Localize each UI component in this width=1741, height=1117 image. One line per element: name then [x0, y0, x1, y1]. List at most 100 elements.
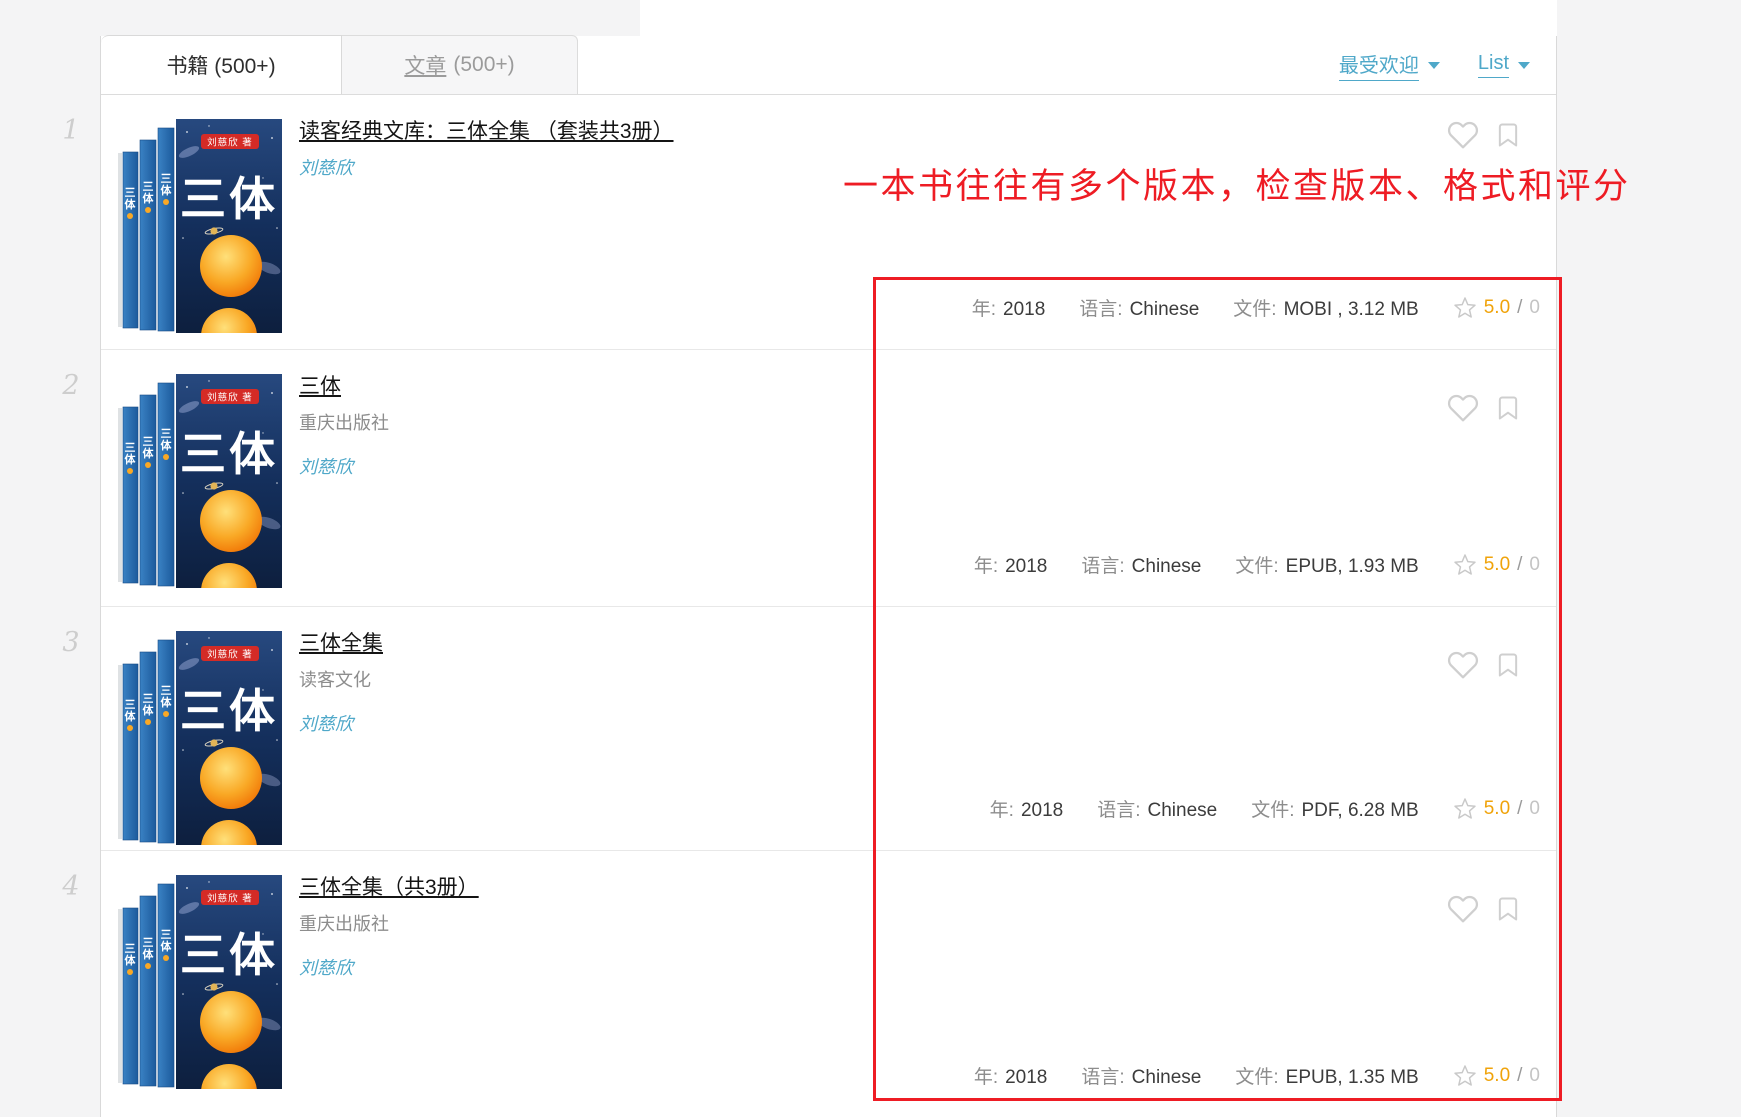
- favorite-button[interactable]: [1446, 392, 1480, 424]
- chevron-down-icon: [1427, 61, 1440, 69]
- tab-books-label: 书籍 (500+): [166, 55, 276, 78]
- rating-count: 0: [1529, 1064, 1540, 1086]
- book-cover-image: 三体 三体 三体 刘慈欣 著 三体: [118, 374, 282, 588]
- book-author-link[interactable]: 刘慈欣: [299, 954, 353, 980]
- star-icon: [1453, 1064, 1476, 1086]
- book-rating: 5.0 / 0: [1453, 553, 1540, 577]
- svg-text:三体: 三体: [180, 173, 278, 225]
- meta-language: 语言: Chinese: [1081, 1067, 1202, 1088]
- results-card: 书籍 (500+) 文章 (500+) 最受欢迎 List 1 三体 三体 三体…: [62, 35, 1557, 1117]
- svg-text:三体: 三体: [143, 936, 155, 961]
- book-cover[interactable]: 三体 三体 三体 刘慈欣 著 三体: [117, 630, 283, 846]
- book-publisher: 读客文化: [299, 670, 371, 690]
- tab-bar: 书籍 (500+) 文章 (500+) 最受欢迎 List: [101, 35, 1556, 95]
- heart-icon: [1447, 121, 1479, 149]
- favorite-button[interactable]: [1446, 119, 1480, 151]
- heart-icon: [1447, 651, 1479, 679]
- book-author-link[interactable]: 刘慈欣: [299, 154, 353, 180]
- svg-text:三体: 三体: [161, 427, 173, 452]
- bookmark-button[interactable]: [1494, 893, 1522, 925]
- meta-language: 语言: Chinese: [1081, 556, 1202, 577]
- rating-score: 5.0: [1483, 553, 1511, 575]
- bookmark-button[interactable]: [1494, 649, 1522, 681]
- book-info: 三体全集（共3册） 重庆出版社 刘慈欣: [299, 871, 479, 980]
- tab-articles-label: 文章: [404, 55, 447, 78]
- row-actions: [1446, 893, 1522, 925]
- tab-books[interactable]: 书籍 (500+): [101, 35, 342, 94]
- book-author-link[interactable]: 刘慈欣: [299, 710, 353, 736]
- result-index: 1: [62, 115, 80, 146]
- book-title-link[interactable]: 三体: [299, 370, 341, 400]
- rating-slash: /: [1517, 553, 1523, 575]
- rating-slash: /: [1517, 797, 1523, 819]
- book-cover-image: 三体 三体 三体 刘慈欣 著 三体: [118, 119, 282, 333]
- svg-text:三体: 三体: [143, 435, 155, 460]
- book-cover[interactable]: 三体 三体 三体 刘慈欣 著 三体: [117, 118, 283, 334]
- svg-text:三体: 三体: [125, 698, 137, 723]
- book-rating: 5.0 / 0: [1453, 1064, 1540, 1088]
- rating-count: 0: [1529, 797, 1540, 819]
- star-icon: [1453, 296, 1476, 318]
- svg-text:三体: 三体: [143, 692, 155, 717]
- meta-file: 文件: MOBI , 3.12 MB: [1233, 299, 1419, 320]
- svg-text:三体: 三体: [161, 684, 173, 709]
- svg-text:三体: 三体: [161, 172, 173, 197]
- svg-text:三体: 三体: [143, 180, 155, 205]
- book-publisher: 重庆出版社: [299, 413, 389, 433]
- result-index: 2: [62, 370, 80, 401]
- book-meta: 年: 2018 语言: Chinese 文件: MOBI , 3.12 MB 5.0 …: [972, 294, 1540, 321]
- book-meta: 年: 2018 语言: Chinese 文件: PDF, 6.28 MB 5.0 / …: [990, 795, 1540, 822]
- view-mode-dropdown[interactable]: List: [1477, 52, 1530, 78]
- heart-icon: [1447, 394, 1479, 422]
- svg-text:三体: 三体: [180, 929, 278, 981]
- bookmark-icon: [1498, 396, 1518, 420]
- chevron-down-icon: [1518, 61, 1530, 69]
- result-index: 3: [62, 627, 80, 658]
- book-cover-image: 三体 三体 三体 刘慈欣 著 三体: [118, 631, 282, 845]
- book-cover[interactable]: 三体 三体 三体 刘慈欣 著 三体: [117, 373, 283, 589]
- svg-text:三体: 三体: [180, 685, 278, 737]
- rating-slash: /: [1517, 1064, 1523, 1086]
- row-actions: [1446, 119, 1522, 151]
- bookmark-button[interactable]: [1494, 119, 1522, 151]
- book-cover[interactable]: 三体 三体 三体 刘慈欣 著 三体: [117, 874, 283, 1090]
- book-meta: 年: 2018 语言: Chinese 文件: EPUB, 1.93 MB 5.0 /…: [974, 551, 1540, 578]
- rating-score: 5.0: [1483, 296, 1511, 318]
- book-info: 三体全集 读客文化 刘慈欣: [299, 627, 383, 736]
- tab-articles[interactable]: 文章 (500+): [342, 35, 578, 94]
- rating-count: 0: [1529, 553, 1540, 575]
- heart-icon: [1447, 895, 1479, 923]
- meta-year: 年: 2018: [973, 556, 1048, 577]
- result-index: 4: [62, 871, 80, 902]
- book-rating: 5.0 / 0: [1453, 296, 1540, 320]
- meta-file: 文件: EPUB, 1.35 MB: [1235, 1067, 1419, 1088]
- tab-articles-count: (500+): [453, 53, 515, 76]
- bookmark-icon: [1498, 897, 1518, 921]
- svg-text:三体: 三体: [125, 186, 137, 211]
- sort-popular-label: 最受欢迎: [1338, 49, 1419, 81]
- sort-popular-dropdown[interactable]: 最受欢迎: [1338, 49, 1440, 81]
- book-author-link[interactable]: 刘慈欣: [299, 453, 353, 479]
- result-row: 1 三体 三体 三体 刘慈欣 著 三体 读客经典文库：三体全集 （套装共3册） …: [62, 95, 1556, 350]
- row-actions: [1446, 649, 1522, 681]
- bookmark-button[interactable]: [1494, 392, 1522, 424]
- book-title-link[interactable]: 读客经典文库：三体全集 （套装共3册）: [299, 115, 674, 145]
- results-list: 1 三体 三体 三体 刘慈欣 著 三体 读客经典文库：三体全集 （套装共3册） …: [62, 95, 1556, 1117]
- book-publisher: 重庆出版社: [299, 914, 389, 934]
- svg-text:刘慈欣 著: 刘慈欣 著: [207, 392, 253, 404]
- bookmark-icon: [1498, 123, 1518, 147]
- book-title-link[interactable]: 三体全集: [299, 627, 383, 657]
- view-mode-label: List: [1477, 52, 1509, 78]
- svg-text:刘慈欣 著: 刘慈欣 著: [207, 893, 253, 905]
- book-meta: 年: 2018 语言: Chinese 文件: EPUB, 1.35 MB 5.0 /…: [974, 1062, 1540, 1089]
- result-row: 3 三体 三体 三体 刘慈欣 著 三体 三体全集 读客文化 刘慈欣 年: 201…: [62, 607, 1556, 851]
- book-title-link[interactable]: 三体全集（共3册）: [299, 871, 479, 901]
- favorite-button[interactable]: [1446, 649, 1480, 681]
- bookmark-icon: [1498, 653, 1518, 677]
- svg-text:三体: 三体: [161, 928, 173, 953]
- favorite-button[interactable]: [1446, 893, 1480, 925]
- result-row: 4 三体 三体 三体 刘慈欣 著 三体 三体全集（共3册） 重庆出版社 刘慈欣 …: [62, 851, 1556, 1117]
- meta-file: 文件: EPUB, 1.93 MB: [1235, 556, 1419, 577]
- book-cover-image: 三体 三体 三体 刘慈欣 著 三体: [118, 875, 282, 1089]
- svg-text:刘慈欣 著: 刘慈欣 著: [207, 137, 253, 149]
